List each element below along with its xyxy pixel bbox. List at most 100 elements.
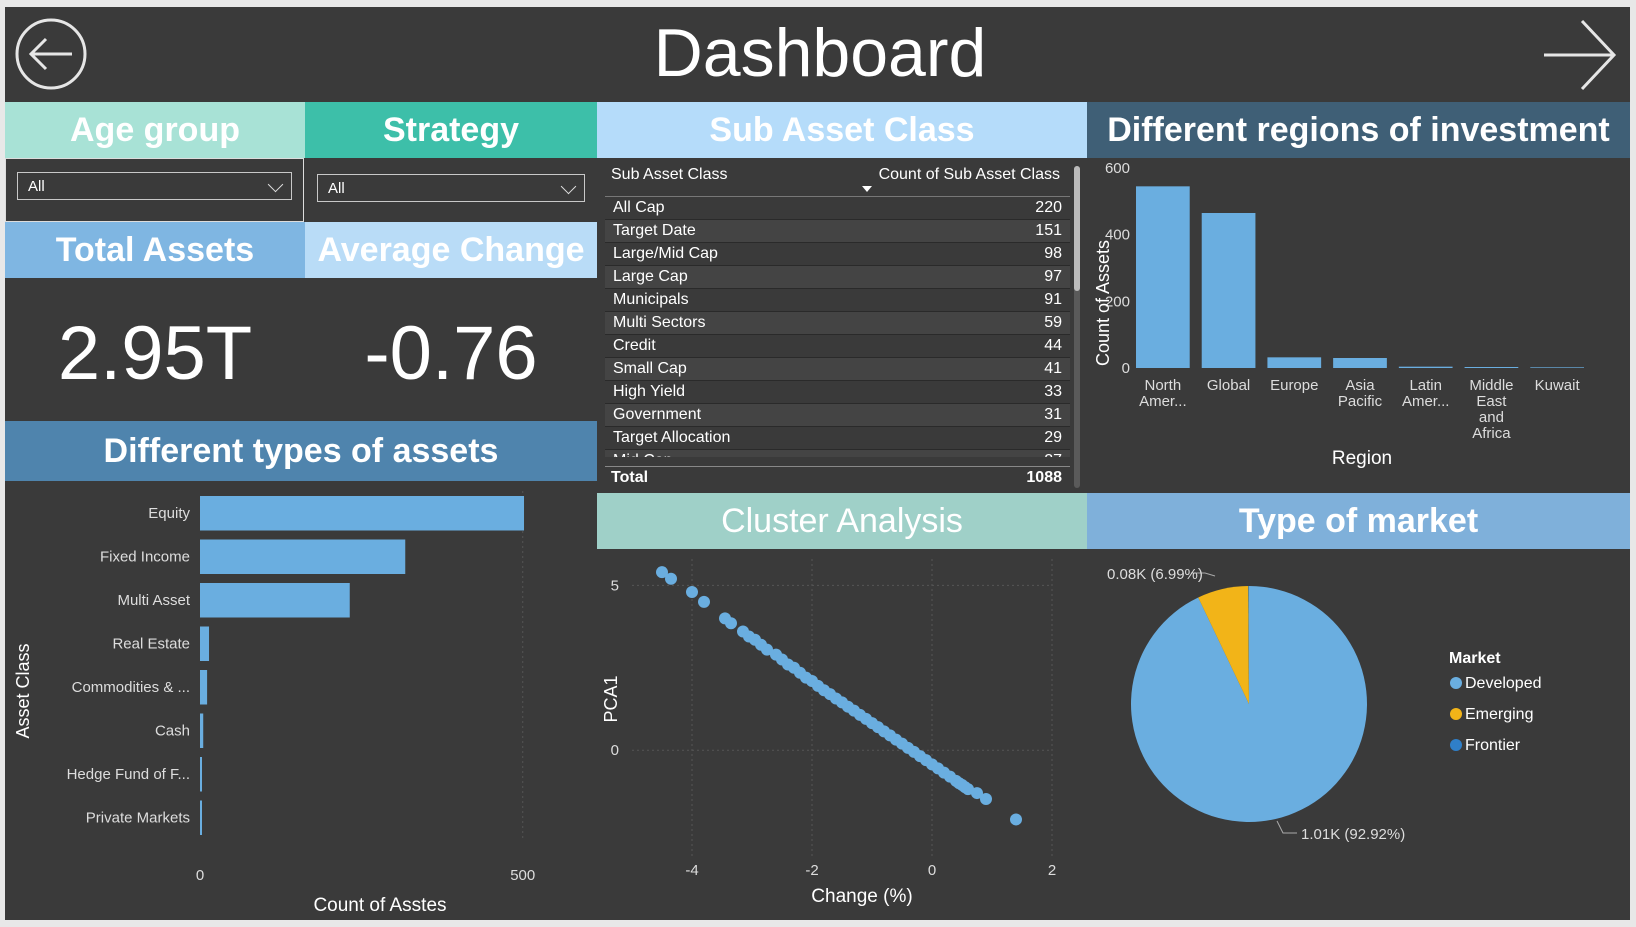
strategy-header: Strategy bbox=[305, 102, 597, 158]
column-header-sub-asset-class[interactable]: Sub Asset Class bbox=[611, 166, 728, 184]
chevron-down-icon bbox=[267, 176, 284, 193]
y-tick-label: Cash bbox=[155, 722, 190, 739]
table-row[interactable]: Small Cap 41 bbox=[605, 357, 1070, 381]
scatter-point bbox=[725, 617, 737, 630]
cluster-scatter-chart: -4 -2 0 2 0 5 Change (%) PCA1 bbox=[601, 559, 1056, 907]
x-tick-label: -2 bbox=[805, 862, 818, 879]
y-tick-label: 600 bbox=[1105, 160, 1130, 177]
legend-marker bbox=[1450, 677, 1462, 689]
table-row[interactable]: Credit 44 bbox=[605, 334, 1070, 358]
x-axis-label: Region bbox=[1332, 448, 1392, 469]
count-cell: 91 bbox=[1044, 291, 1062, 308]
bar bbox=[1464, 367, 1519, 368]
leader-line bbox=[1276, 820, 1297, 834]
bar bbox=[200, 670, 208, 705]
data-label: 0.08K (6.99%) bbox=[1107, 566, 1203, 583]
count-cell: 41 bbox=[1044, 360, 1062, 377]
cluster-analysis-header: Cluster Analysis bbox=[597, 493, 1087, 549]
bar bbox=[1333, 358, 1387, 368]
count-cell: 44 bbox=[1044, 337, 1062, 354]
count-cell: 98 bbox=[1044, 245, 1062, 262]
sub-asset-class-cell: Municipals bbox=[613, 291, 689, 308]
table-scrollbar[interactable] bbox=[1074, 166, 1080, 488]
legend-marker bbox=[1450, 739, 1462, 751]
bar bbox=[1136, 186, 1190, 368]
y-tick-label: Commodities & ... bbox=[72, 679, 190, 696]
table-row[interactable]: Target Allocation 29 bbox=[605, 426, 1070, 450]
sub-asset-class-header: Sub Asset Class bbox=[597, 102, 1087, 158]
sort-descending-icon bbox=[862, 186, 872, 192]
age-group-header: Age group bbox=[5, 102, 305, 158]
x-tick-label: 500 bbox=[510, 867, 535, 884]
y-axis-label: Asset Class bbox=[13, 643, 33, 738]
bar bbox=[1530, 367, 1584, 368]
sub-asset-class-cell: Large Cap bbox=[613, 268, 688, 285]
sub-asset-class-cell: Credit bbox=[613, 337, 656, 354]
asset-types-bar-chart: 0 500 Equity Fixed Income Multi Asset Real Es… bbox=[13, 491, 535, 916]
age-group-dropdown[interactable]: All bbox=[17, 172, 292, 200]
column-header-count[interactable]: Count of Sub Asset Class bbox=[879, 166, 1060, 184]
legend-label: Frontier bbox=[1465, 737, 1521, 754]
chevron-down-icon bbox=[560, 178, 577, 195]
count-cell: 59 bbox=[1044, 314, 1062, 331]
sub-asset-class-cell: Large/Mid Cap bbox=[613, 245, 718, 262]
sub-asset-class-cell: Small Cap bbox=[613, 360, 687, 377]
bar bbox=[1398, 366, 1453, 368]
table-row[interactable]: Mid Cap27 bbox=[605, 449, 1070, 457]
table-row[interactable]: Target Date 151 bbox=[605, 219, 1070, 243]
x-tick-label: North bbox=[1145, 377, 1182, 394]
forward-arrow-icon[interactable] bbox=[1540, 15, 1620, 95]
bar bbox=[200, 626, 210, 661]
bar bbox=[200, 800, 202, 835]
table-row[interactable]: High Yield 33 bbox=[605, 380, 1070, 404]
x-tick-label: Amer... bbox=[1402, 393, 1450, 410]
scatter-point bbox=[698, 595, 710, 608]
x-tick-label: Amer... bbox=[1139, 393, 1187, 410]
table-row[interactable]: Large/Mid Cap 98 bbox=[605, 242, 1070, 266]
x-axis-label: Count of Asstes bbox=[313, 895, 446, 916]
table-row[interactable]: Government 31 bbox=[605, 403, 1070, 427]
average-change-header: Average Change bbox=[305, 222, 597, 278]
table-body[interactable]: All Cap 220 Target Date 151 Large/Mid Cap 98 L… bbox=[605, 197, 1070, 457]
asset-types-header: Different types of assets bbox=[5, 421, 597, 481]
bar bbox=[1201, 213, 1256, 368]
back-arrow-circle-icon[interactable] bbox=[14, 17, 88, 91]
table-total-row: Total 1088 bbox=[605, 466, 1070, 488]
table-row[interactable]: All Cap 220 bbox=[605, 197, 1070, 220]
scrollbar-thumb[interactable] bbox=[1074, 166, 1080, 291]
x-tick-label: Asia bbox=[1345, 377, 1375, 394]
total-assets-header: Total Assets bbox=[5, 222, 305, 278]
total-label: Total bbox=[611, 469, 649, 486]
total-value: 1088 bbox=[1026, 469, 1062, 486]
y-axis-label: PCA1 bbox=[601, 675, 621, 722]
x-tick-label: Latin bbox=[1409, 377, 1442, 394]
x-tick-label: East bbox=[1476, 393, 1507, 410]
data-label: 1.01K (92.92%) bbox=[1301, 826, 1405, 843]
table-row[interactable]: Multi Sectors 59 bbox=[605, 311, 1070, 335]
x-axis-label: Change (%) bbox=[811, 886, 912, 907]
table-row[interactable]: Large Cap 97 bbox=[605, 265, 1070, 289]
strategy-dropdown[interactable]: All bbox=[317, 174, 585, 202]
x-tick-label: Europe bbox=[1270, 377, 1318, 394]
table-row[interactable]: Municipals 91 bbox=[605, 288, 1070, 312]
count-cell: 151 bbox=[1035, 222, 1062, 239]
average-change-value: -0.76 bbox=[364, 311, 538, 396]
scatter-point bbox=[1010, 813, 1022, 826]
x-tick-label: Global bbox=[1207, 377, 1250, 394]
y-tick-label: Real Estate bbox=[112, 635, 190, 652]
total-assets-value: 2.95T bbox=[57, 311, 253, 396]
x-tick-label: Pacific bbox=[1338, 393, 1383, 410]
x-tick-label: 0 bbox=[928, 862, 936, 879]
sub-asset-class-cell: Mid Cap bbox=[605, 450, 957, 457]
count-cell: 97 bbox=[1044, 268, 1062, 285]
regions-bar-chart: 0200400600NorthAmer...Global Europe AsiaPa… bbox=[1093, 160, 1584, 469]
regions-header: Different regions of investment bbox=[1087, 102, 1630, 158]
y-axis-label: Count of Assets bbox=[1093, 240, 1113, 366]
sub-asset-class-table: Sub Asset Class Count of Sub Asset Class… bbox=[605, 162, 1070, 488]
sub-asset-class-cell: High Yield bbox=[613, 383, 686, 400]
strategy-value: All bbox=[328, 179, 345, 197]
market-type-header: Type of market bbox=[1087, 493, 1630, 549]
x-tick-label: and bbox=[1479, 409, 1504, 426]
sub-asset-class-cell: Target Allocation bbox=[613, 429, 731, 446]
y-tick-label: 5 bbox=[611, 577, 619, 594]
